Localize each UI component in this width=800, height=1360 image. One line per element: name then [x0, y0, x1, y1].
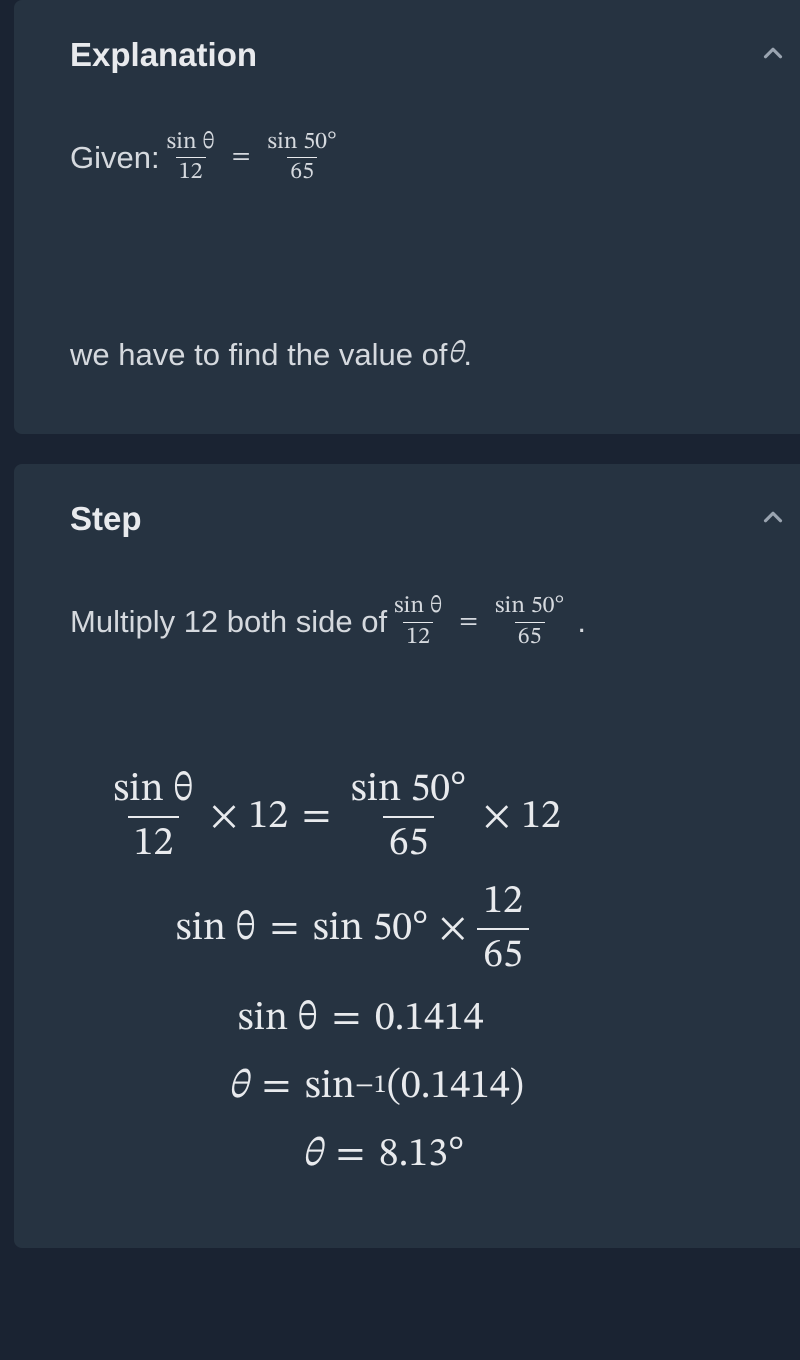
- explanation-title: Explanation: [70, 36, 800, 74]
- step-card: Step Multiply 12 both side of sin θ 12 =…: [14, 464, 800, 1247]
- step-title: Step: [70, 500, 800, 538]
- fraction: sin 50° 65: [345, 770, 473, 864]
- worked-solution: sin θ 12 × 12 = sin 50° 65 × 12 sin θ = …: [70, 770, 800, 1180]
- times-sign: ×: [438, 904, 467, 954]
- fraction: sin θ 12: [107, 770, 199, 864]
- equation-row-4: θ = sin−1(0.1414): [70, 1062, 800, 1112]
- times-sign: ×: [482, 792, 511, 842]
- collapse-icon[interactable]: [758, 502, 788, 532]
- fraction-sin50-65: sin 50° 65: [264, 130, 339, 185]
- fraction: 12 65: [477, 882, 529, 976]
- equals-sign: =: [232, 141, 251, 174]
- equation-row-5: θ = 8.13°: [70, 1130, 800, 1180]
- equals-sign: =: [459, 606, 478, 639]
- equals-sign: =: [332, 994, 361, 1044]
- task-statement: we have to find the value of θ .: [70, 335, 800, 374]
- times-sign: ×: [210, 792, 239, 842]
- explanation-card: Explanation Given: sin θ 12 = sin 50° 65…: [14, 0, 800, 434]
- equals-sign: =: [270, 904, 299, 954]
- equals-sign: =: [262, 1062, 291, 1112]
- equation-row-3: sin θ = 0.1414: [70, 994, 800, 1044]
- given-label: Given:: [70, 140, 160, 176]
- equals-sign: =: [336, 1130, 365, 1180]
- fraction-sin50-65: sin 50° 65: [492, 594, 567, 649]
- step-instruction: Multiply 12 both side of sin θ 12 = sin …: [70, 594, 800, 649]
- equals-sign: =: [302, 792, 331, 842]
- fraction-sin-theta-12: sin θ 12: [164, 130, 218, 185]
- fraction-sin-theta-12: sin θ 12: [391, 594, 445, 649]
- equation-row-1: sin θ 12 × 12 = sin 50° 65 × 12: [70, 770, 800, 864]
- collapse-icon[interactable]: [758, 38, 788, 68]
- given-equation: Given: sin θ 12 = sin 50° 65: [70, 130, 800, 185]
- theta-variable: θ: [447, 335, 463, 374]
- equation-row-2: sin θ = sin 50° × 12 65: [70, 882, 800, 976]
